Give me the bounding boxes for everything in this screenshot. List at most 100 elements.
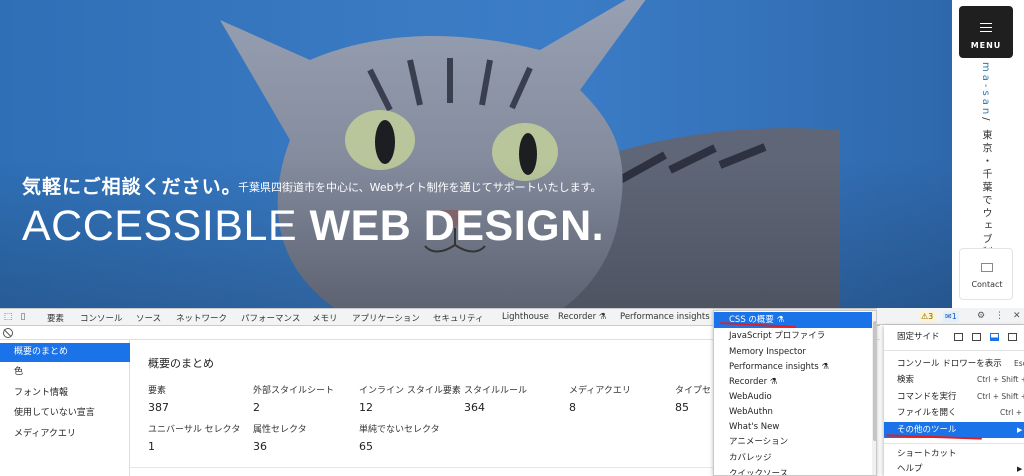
- menu-item-recorder[interactable]: Recorder ⚗: [714, 374, 872, 390]
- tab-elements[interactable]: 要素: [47, 312, 64, 324]
- overview-summary-panel: 概要のまとめ 要素 387 外部スタイルシート 2 インライン スタイル要素 1…: [130, 340, 715, 476]
- tab-console[interactable]: コンソール: [80, 312, 123, 324]
- nav-item-unused-declarations[interactable]: 使用していない宣言: [0, 404, 130, 423]
- settings-gear-icon[interactable]: ⚙: [977, 311, 985, 321]
- stat-value: 36: [253, 440, 267, 453]
- menu-item-animations[interactable]: アニメーション: [714, 434, 872, 450]
- menu-item-shortcut: Ctrl + P: [1000, 408, 1024, 417]
- tab-sources[interactable]: ソース: [136, 312, 161, 324]
- stat-value: 387: [148, 401, 169, 414]
- message-count: 1: [951, 312, 957, 321]
- tab-network[interactable]: ネットワーク: [176, 312, 227, 324]
- tab-lighthouse[interactable]: Lighthouse: [502, 312, 549, 322]
- brand-name[interactable]: ma-san: [980, 62, 991, 117]
- dock-side-label: 固定サイド: [897, 332, 940, 342]
- menu-divider: [884, 350, 1024, 351]
- tab-security[interactable]: セキュリティ: [433, 312, 484, 324]
- warning-badge[interactable]: ⚠3: [919, 311, 936, 322]
- nav-item-font-info[interactable]: フォント情報: [0, 384, 130, 403]
- stat-value: 2: [253, 401, 260, 414]
- submenu-scrollbar[interactable]: [872, 311, 876, 475]
- menu-item-label: コマンドを実行: [897, 392, 957, 402]
- scrollbar-thumb[interactable]: [873, 321, 876, 441]
- submenu-arrow-icon: ▶: [1017, 426, 1023, 434]
- menu-item-coverage[interactable]: カバレッジ: [714, 450, 872, 466]
- hero-catchphrase: 気軽にご相談ください。: [22, 176, 242, 198]
- stat-value: 8: [569, 401, 576, 414]
- tab-application[interactable]: アプリケーション: [352, 312, 420, 324]
- stat-label: スタイルルール: [464, 386, 528, 396]
- stat-type-selectors: タイプセレ 85: [675, 383, 715, 414]
- menu-item-open-file[interactable]: ファイルを開く Ctrl + P: [884, 405, 1024, 421]
- stat-style-rules: スタイルルール 364: [464, 383, 574, 414]
- menu-item-quick-source[interactable]: クイックソース: [714, 466, 872, 475]
- dock-left-icon[interactable]: [972, 333, 981, 341]
- dock-side-row: 固定サイド: [884, 329, 1024, 345]
- stat-value: 85: [675, 401, 689, 414]
- contact-label: Contact: [971, 280, 1003, 289]
- menu-item-label: コンソール ドロワーを表示: [897, 359, 1002, 369]
- tab-performance-insights[interactable]: Performance insights ⚗: [620, 312, 720, 322]
- menu-item-label: 検索: [897, 375, 915, 385]
- stat-label: 単純でないセレクタ: [359, 425, 440, 435]
- warning-count: 3: [928, 312, 934, 321]
- stat-label: 要素: [148, 386, 167, 396]
- menu-item-show-console-drawer[interactable]: コンソール ドロワーを表示 Esc: [884, 356, 1024, 372]
- nav-item-overview-summary[interactable]: 概要のまとめ: [0, 343, 130, 362]
- menu-item-search[interactable]: 検索 Ctrl + Shift + F: [884, 372, 1024, 388]
- stat-label: 外部スタイルシート: [253, 386, 335, 396]
- stat-value: 1: [148, 440, 155, 453]
- stat-label: メディアクエリ: [569, 386, 631, 396]
- stat-elements: 要素 387: [148, 383, 258, 414]
- contact-button[interactable]: Contact: [959, 248, 1013, 300]
- dock-bottom-icon[interactable]: [990, 333, 999, 341]
- panel-divider: [130, 467, 715, 468]
- stat-media-queries: メディアクエリ 8: [569, 383, 679, 414]
- menu-item-label: ショートカット: [897, 449, 957, 459]
- device-toolbar-icon[interactable]: ▯: [18, 312, 28, 322]
- nav-item-media-queries[interactable]: メディアクエリ: [0, 425, 130, 444]
- menu-item-js-profiler[interactable]: JavaScript プロファイラ: [714, 328, 872, 344]
- menu-item-webaudio[interactable]: WebAudio: [714, 389, 872, 405]
- stat-value: 65: [359, 440, 373, 453]
- menu-item-memory-inspector[interactable]: Memory Inspector: [714, 344, 872, 360]
- clear-icon[interactable]: [3, 328, 13, 338]
- menu-item-shortcuts[interactable]: ショートカット: [884, 446, 1024, 462]
- undock-icon[interactable]: [954, 333, 963, 341]
- menu-item-whats-new[interactable]: What's New: [714, 419, 872, 435]
- menu-item-performance-insights[interactable]: Performance insights ⚗: [714, 359, 872, 375]
- dock-right-icon[interactable]: [1008, 333, 1017, 341]
- tab-performance[interactable]: パフォーマンス: [241, 312, 300, 324]
- stat-label: インライン スタイル要素: [359, 386, 461, 396]
- hero-banner: 気軽にご相談ください。 千葉県四街道市を中心に、Webサイト制作を通じてサポート…: [0, 0, 952, 308]
- menu-label: MENU: [970, 41, 1002, 50]
- menu-item-help[interactable]: ヘルプ ▶: [884, 461, 1024, 476]
- inspect-cursor-icon[interactable]: ⬚: [3, 312, 13, 322]
- message-badge[interactable]: ✉1: [943, 311, 959, 322]
- tab-recorder[interactable]: Recorder ⚗: [558, 312, 606, 322]
- nav-item-colors[interactable]: 色: [0, 363, 130, 382]
- hero-title-bold: WEB DESIGN.: [309, 202, 605, 250]
- hamburger-icon: [980, 23, 992, 32]
- kebab-menu-icon[interactable]: ⋮: [995, 311, 1004, 321]
- menu-item-label: ヘルプ: [897, 464, 923, 474]
- stat-external-stylesheets: 外部スタイルシート 2: [253, 383, 363, 414]
- stat-non-simple-selectors: 単純でないセレクタ 65: [359, 422, 469, 453]
- site-tagline: ma-san/ 東京・千葉でウェブ制作: [978, 62, 993, 273]
- customize-devtools-menu: 固定サイド コンソール ドロワーを表示 Esc 検索 Ctrl + Shift + …: [884, 325, 1024, 476]
- side-column: MENU ma-san/ 東京・千葉でウェブ制作 Contact: [952, 0, 1024, 308]
- menu-item-webauthn[interactable]: WebAuthn: [714, 404, 872, 420]
- submenu-arrow-icon: ▶: [1017, 465, 1023, 473]
- screen: 気軽にご相談ください。 千葉県四街道市を中心に、Webサイト制作を通じてサポート…: [0, 0, 1024, 476]
- stat-universal-selectors: ユニバーサル セレクタ 1: [148, 422, 258, 453]
- close-icon[interactable]: ✕: [1013, 311, 1021, 321]
- tab-memory[interactable]: メモリ: [312, 312, 338, 324]
- stat-label: 属性セレクタ: [253, 425, 307, 435]
- menu-item-shortcut: Ctrl + Shift + P: [977, 392, 1024, 401]
- menu-item-run-command[interactable]: コマンドを実行 Ctrl + Shift + P: [884, 389, 1024, 405]
- hero-subtitle: 千葉県四街道市を中心に、Webサイト制作を通じてサポートいたします。: [238, 181, 602, 194]
- stat-label: ユニバーサル セレクタ: [148, 425, 241, 435]
- hero-title-light: ACCESSIBLE: [22, 202, 298, 250]
- stat-value: 12: [359, 401, 373, 414]
- menu-button[interactable]: MENU: [959, 6, 1013, 58]
